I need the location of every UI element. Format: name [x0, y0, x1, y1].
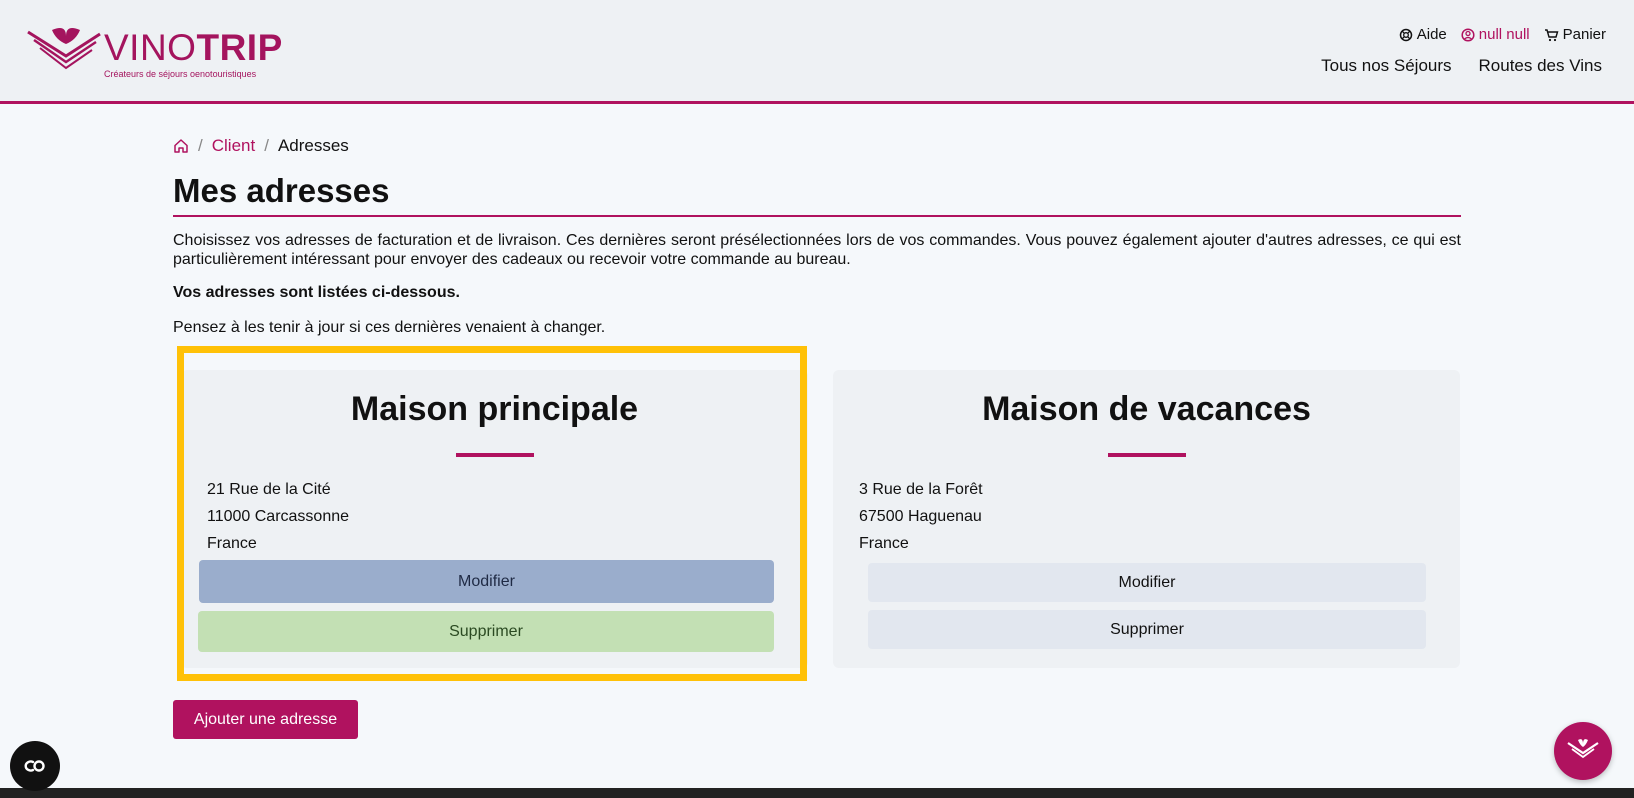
cart-icon: [1544, 28, 1559, 41]
top-links: Aide null null Panier: [1399, 26, 1606, 43]
user-account-link[interactable]: null null: [1461, 26, 1530, 43]
intro-bold-text: Vos adresses sont listées ci-dessous.: [173, 284, 460, 301]
modify-address-button[interactable]: Modifier: [868, 563, 1426, 602]
breadcrumb-separator: /: [264, 136, 269, 155]
breadcrumb: / Client / Adresses: [173, 136, 349, 156]
footer-strip: [0, 788, 1634, 798]
address-country: France: [859, 535, 909, 552]
modify-address-button[interactable]: Modifier: [199, 560, 774, 603]
accessibility-button[interactable]: [10, 741, 60, 791]
page-title: Mes adresses: [173, 171, 1461, 217]
logo-tagline: Créateurs de séjours oenotouristiques: [104, 69, 257, 79]
cart-link-label: Panier: [1562, 26, 1606, 43]
vinotrip-logo[interactable]: VINOTRIP Créateurs de séjours oenotouris…: [26, 26, 282, 81]
address-country: France: [207, 535, 257, 552]
nav-item-wine-routes[interactable]: Routes des Vins: [1479, 56, 1602, 76]
add-address-button[interactable]: Ajouter une adresse: [173, 700, 358, 739]
user-icon: [1461, 27, 1475, 42]
help-lifebuoy-icon: [1399, 28, 1412, 41]
delete-address-button[interactable]: Supprimer: [198, 611, 774, 652]
cart-link[interactable]: Panier: [1544, 26, 1606, 43]
intro-note-text: Pensez à les tenir à jour si ces dernièr…: [173, 319, 606, 336]
breadcrumb-current: Adresses: [277, 136, 349, 155]
chat-icon: [1567, 739, 1599, 759]
address-card-main: Maison principale 21 Rue de la Cité 1100…: [181, 370, 808, 668]
logo-mark-icon: [27, 28, 101, 70]
main-nav: Tous nos Séjours Routes des Vins: [1321, 56, 1602, 76]
nav-item-stays[interactable]: Tous nos Séjours: [1321, 56, 1451, 76]
address-card-title: Maison de vacances: [982, 390, 1311, 428]
intro-text: Choisissez vos adresses de facturation e…: [173, 232, 1461, 268]
home-icon[interactable]: [173, 138, 189, 154]
accessibility-icon: [24, 760, 45, 772]
address-street: 21 Rue de la Cité: [207, 481, 331, 498]
breadcrumb-client-link[interactable]: Client: [212, 136, 255, 156]
title-divider: [1107, 453, 1186, 457]
address-lines: 21 Rue de la Cité 11000 Carcassonne Fran…: [207, 476, 349, 557]
address-card-title: Maison principale: [350, 390, 639, 428]
address-city: 11000 Carcassonne: [207, 508, 350, 525]
chat-button[interactable]: [1554, 722, 1612, 780]
title-divider: [455, 453, 534, 457]
help-link[interactable]: Aide: [1399, 26, 1447, 43]
address-city: 67500 Haguenau: [859, 508, 982, 525]
address-street: 3 Rue de la Forêt: [859, 481, 983, 498]
address-card-vacation: Maison de vacances 3 Rue de la Forêt 675…: [833, 370, 1460, 668]
logo-wordmark: VINOTRIP: [104, 27, 283, 68]
site-header: VINOTRIP Créateurs de séjours oenotouris…: [0, 0, 1634, 104]
user-account-label: null null: [1478, 26, 1530, 43]
help-link-label: Aide: [1416, 26, 1447, 43]
address-lines: 3 Rue de la Forêt 67500 Haguenau France: [859, 476, 983, 557]
delete-address-button[interactable]: Supprimer: [868, 610, 1426, 649]
breadcrumb-separator: /: [198, 136, 203, 155]
